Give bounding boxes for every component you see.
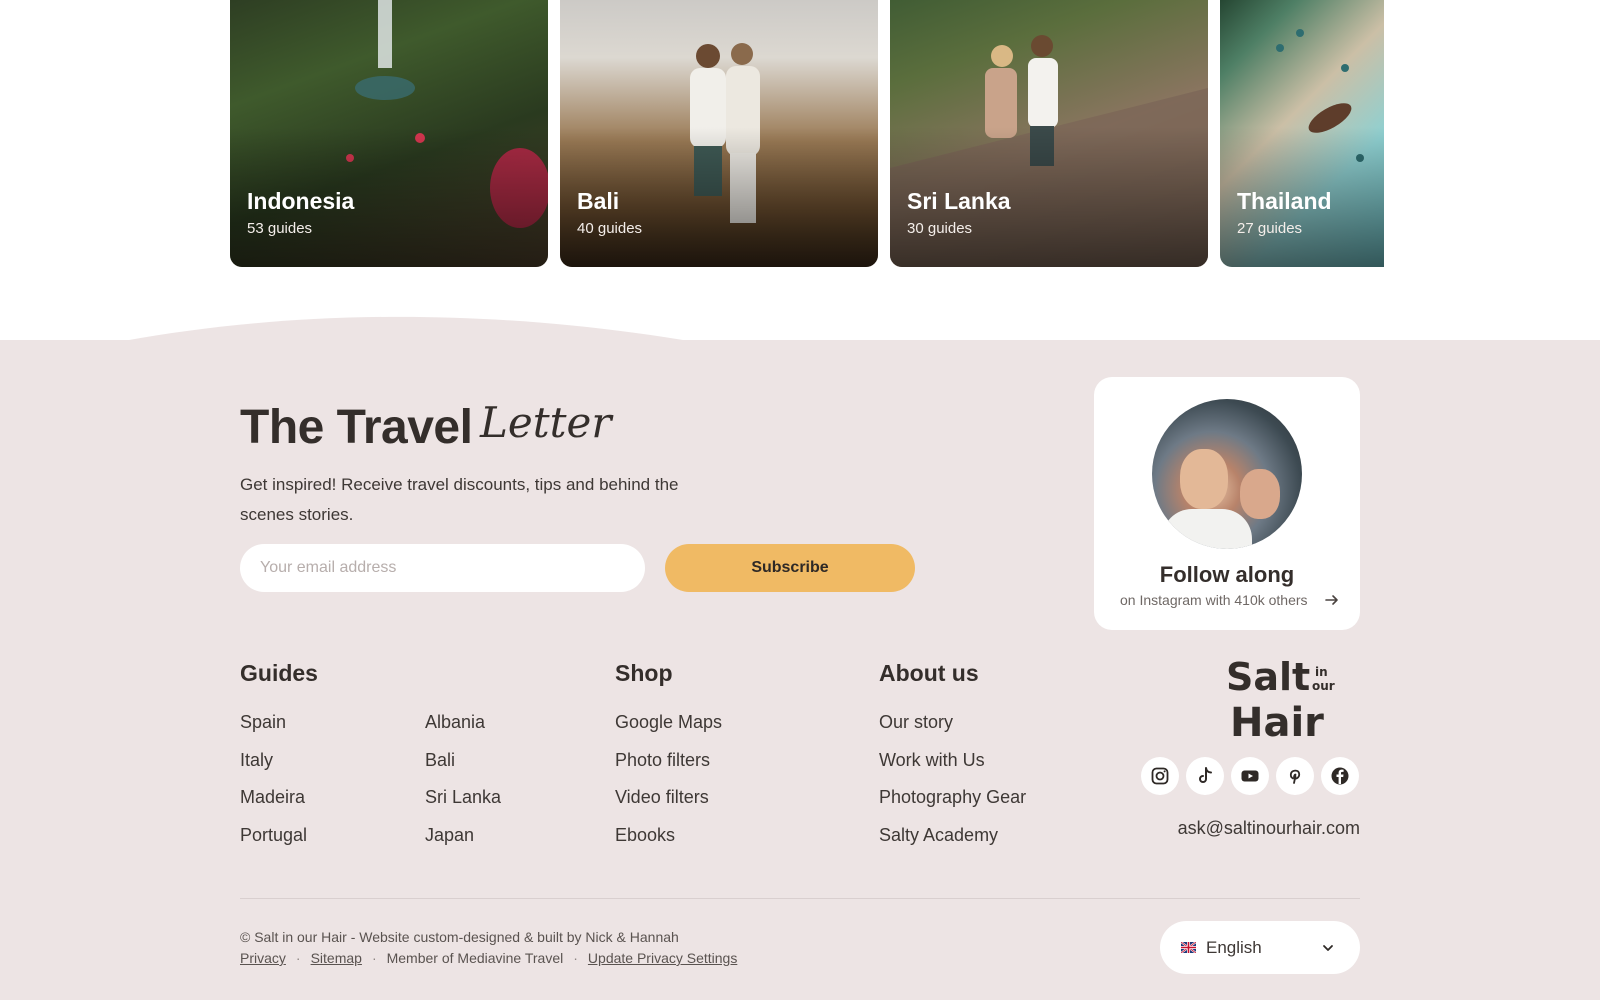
shop-link-ebooks[interactable]: Ebooks [615, 825, 675, 846]
destination-card-sri-lanka[interactable]: Sri Lanka 30 guides [890, 0, 1208, 267]
shop-link-photo-filters[interactable]: Photo filters [615, 750, 710, 771]
shop-link-video-filters[interactable]: Video filters [615, 787, 709, 808]
about-link-work-with-us[interactable]: Work with Us [879, 750, 985, 771]
pinterest-button[interactable] [1276, 757, 1314, 795]
destination-count: 30 guides [907, 220, 973, 237]
instagram-icon [1151, 767, 1169, 785]
destination-title: Sri Lanka [907, 188, 1011, 214]
tiktok-icon [1199, 767, 1212, 783]
avatar [1152, 399, 1302, 549]
follow-subtitle: on Instagram with 410k others [1120, 592, 1308, 608]
update-privacy-settings-link[interactable]: Update Privacy Settings [588, 950, 737, 966]
newsletter-description: Get inspired! Receive travel discounts, … [240, 475, 679, 524]
language-selector[interactable]: English [1160, 921, 1360, 974]
shop-link-google-maps[interactable]: Google Maps [615, 712, 722, 733]
separator: · [295, 950, 301, 966]
youtube-icon [1241, 770, 1259, 782]
destination-title: Thailand [1237, 188, 1332, 214]
guides-heading: Guides [240, 660, 318, 686]
destination-card-thailand[interactable]: Thailand 27 guides [1220, 0, 1384, 267]
facebook-icon [1331, 767, 1349, 785]
follow-title: Follow along [1159, 562, 1295, 587]
destination-title: Bali [577, 188, 620, 214]
newsletter-script-word: Letter [480, 398, 612, 447]
separator: · [573, 950, 578, 966]
privacy-link[interactable]: Privacy [240, 950, 286, 966]
subscribe-button[interactable]: Subscribe [665, 544, 915, 592]
guide-link-albania[interactable]: Albania [425, 712, 485, 733]
guide-link-madeira[interactable]: Madeira [240, 787, 305, 808]
language-label: English [1206, 938, 1262, 957]
destination-cards: Indonesia 53 guides Bali 40 guides Sri L… [230, 0, 1384, 267]
guide-link-italy[interactable]: Italy [240, 750, 273, 771]
facebook-button[interactable] [1321, 757, 1359, 795]
footer-divider [240, 898, 1360, 899]
separator: · [371, 950, 377, 966]
destination-card-indonesia[interactable]: Indonesia 53 guides [230, 0, 548, 267]
mediavine-member-text: Member of Mediavine Travel [386, 950, 564, 966]
destination-card-bali[interactable]: Bali 40 guides [560, 0, 878, 267]
instagram-follow-card[interactable]: Follow along on Instagram with 410k othe… [1094, 377, 1360, 630]
salt-in-our-hair-logo[interactable]: Salt in our Hair [1224, 650, 1346, 742]
about-link-photography-gear[interactable]: Photography Gear [879, 787, 1026, 808]
logo-word: Salt [1226, 655, 1310, 699]
about-heading: About us [879, 660, 979, 686]
logo-word: Hair [1230, 700, 1324, 742]
youtube-button[interactable] [1231, 757, 1269, 795]
logo-word: in [1315, 665, 1328, 679]
arrow-right-icon [1325, 595, 1338, 605]
guide-link-spain[interactable]: Spain [240, 712, 286, 733]
destination-count: 53 guides [247, 220, 313, 237]
sitemap-link[interactable]: Sitemap [311, 950, 362, 966]
contact-email-link[interactable]: ask@saltinourhair.com [1165, 818, 1360, 839]
pinterest-icon [1289, 769, 1301, 784]
instagram-button[interactable] [1141, 757, 1179, 795]
destination-title: Indonesia [247, 188, 355, 214]
copyright-text: © Salt in our Hair - Website custom-desi… [240, 929, 679, 945]
destination-count: 40 guides [577, 220, 643, 237]
guide-link-japan[interactable]: Japan [425, 825, 474, 846]
guide-link-sri-lanka[interactable]: Sri Lanka [425, 787, 501, 808]
newsletter-title: The Travel [240, 401, 473, 454]
uk-flag-icon [1181, 942, 1196, 953]
logo-word: our [1312, 679, 1335, 693]
legal-links: Privacy · Sitemap · Member of Mediavine … [240, 950, 737, 966]
about-link-our-story[interactable]: Our story [879, 712, 953, 733]
guide-link-portugal[interactable]: Portugal [240, 825, 307, 846]
chevron-down-icon [1323, 945, 1333, 951]
tiktok-button[interactable] [1186, 757, 1224, 795]
shop-heading: Shop [615, 660, 673, 686]
email-input[interactable] [240, 544, 645, 592]
about-link-salty-academy[interactable]: Salty Academy [879, 825, 998, 846]
destination-count: 27 guides [1237, 220, 1303, 237]
guide-link-bali[interactable]: Bali [425, 750, 455, 771]
